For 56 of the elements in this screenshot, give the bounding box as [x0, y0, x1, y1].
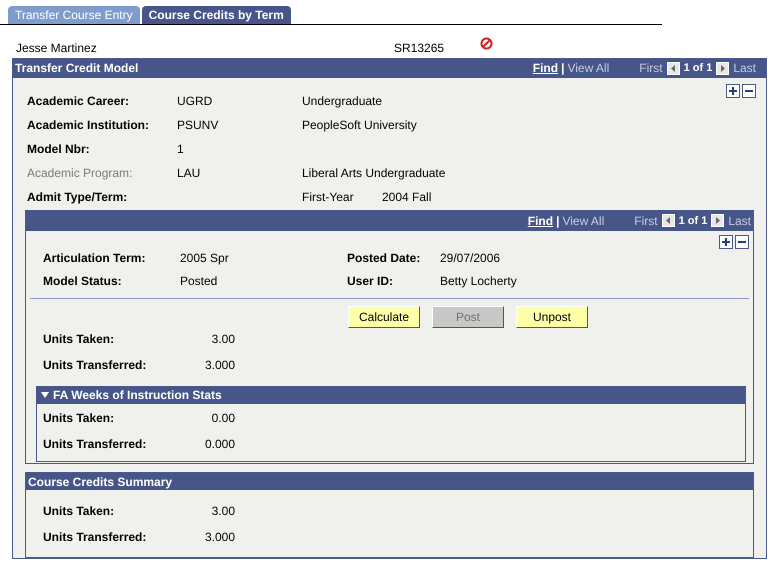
action-button[interactable]: Calculate	[348, 306, 420, 328]
field-value: 0.00	[210, 410, 235, 427]
panel-title: FA Weeks of Instruction Stats	[53, 387, 222, 404]
view-all-link[interactable]: View All	[567, 59, 610, 78]
field-description: Undergraduate	[302, 94, 382, 108]
student-id: SR13265	[394, 40, 446, 57]
field-label: Units Transferred:	[43, 356, 148, 374]
field-label: Units Taken:	[43, 330, 116, 348]
field-value: 1	[177, 142, 184, 156]
field-label: Articulation Term:	[43, 250, 146, 267]
field-description: Liberal Arts Undergraduate	[302, 166, 446, 180]
separator: |	[560, 60, 566, 78]
field-value: Posted	[180, 272, 218, 290]
field-value: 3.000	[204, 356, 235, 374]
field-label: Academic Career:	[27, 92, 130, 110]
field-label: Model Nbr:	[27, 140, 91, 158]
field-label: User ID:	[347, 272, 394, 290]
delete-row-icon[interactable]	[742, 84, 756, 98]
field-label: Units Taken:	[43, 503, 116, 520]
field-value: PSUNV	[177, 118, 218, 132]
field-label: Model Status:	[43, 272, 123, 290]
field-label: Academic Institution:	[27, 116, 150, 134]
panel-title: Transfer Credit Model	[15, 60, 138, 78]
collapse-arrow-icon[interactable]	[41, 392, 49, 398]
field-label: Academic Program:	[27, 164, 134, 182]
field-value: Betty Locherty	[440, 272, 518, 290]
action-button[interactable]: Unpost	[516, 306, 588, 328]
field-value: LAU	[177, 166, 200, 180]
add-row-icon[interactable]	[719, 234, 733, 249]
add-row-icon[interactable]	[726, 84, 740, 98]
field-description: First-Year	[302, 190, 354, 204]
view-all-link[interactable]: View All	[562, 212, 604, 230]
field-description: PeopleSoft University	[302, 118, 417, 132]
prohibited-icon	[480, 36, 493, 50]
field-value: 3.00	[210, 503, 235, 520]
separator: |	[555, 212, 560, 230]
field-value: 3.00	[210, 330, 235, 348]
find-link[interactable]: Find	[532, 59, 558, 78]
delete-row-icon[interactable]	[735, 234, 749, 249]
field-value: 3.000	[204, 529, 235, 546]
field-label: Units Taken:	[43, 410, 116, 427]
field-label: Posted Date:	[347, 250, 422, 267]
panel-title: Course Credits Summary	[28, 474, 172, 491]
field-value: UGRD	[177, 94, 212, 108]
field-term: 2004 Fall	[382, 188, 432, 206]
row-count: 1 of 1	[678, 214, 708, 229]
field-label: Units Transferred:	[43, 436, 148, 453]
find-link[interactable]: Find	[528, 212, 554, 230]
field-value: 0.000	[204, 436, 235, 453]
field-value: 2005 Spr	[180, 250, 230, 267]
field-label: Units Transferred:	[43, 529, 148, 546]
field-label: Admit Type/Term:	[27, 188, 128, 206]
tab[interactable]: Course Credits by Term	[142, 6, 291, 24]
row-count: 1 of 1	[684, 61, 712, 76]
field-value: 29/07/2006	[440, 250, 502, 267]
student-name: Jesse Martinez	[16, 40, 98, 57]
